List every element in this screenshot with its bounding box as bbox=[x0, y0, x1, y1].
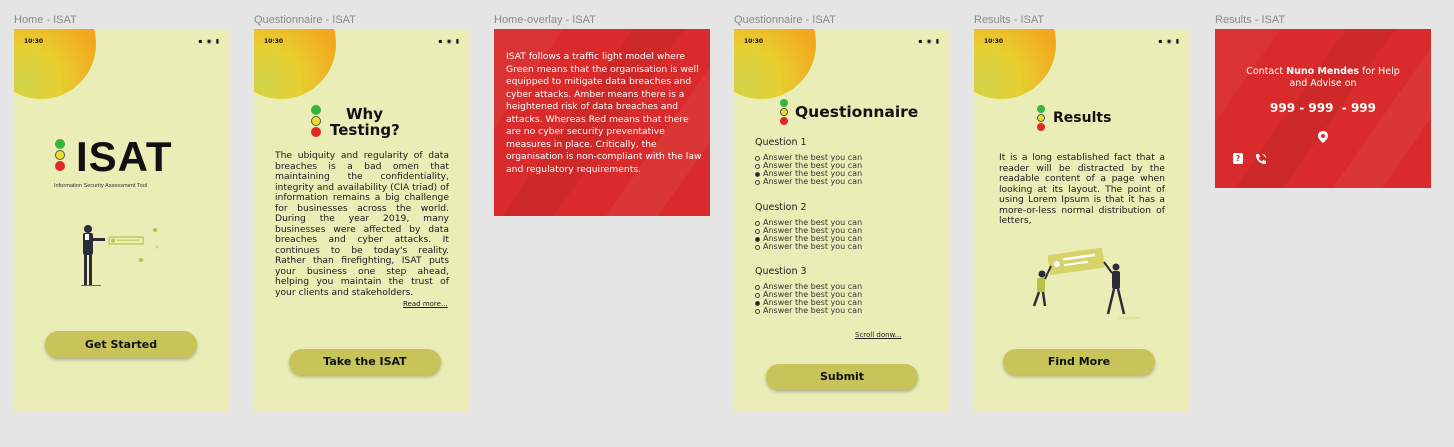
why-body-text: The ubiquity and regularity of data brea… bbox=[275, 150, 449, 298]
frame-label-why: Questionnaire - ISAT bbox=[254, 14, 356, 26]
celebration-illustration bbox=[1032, 247, 1141, 320]
radio-icon[interactable] bbox=[755, 155, 760, 161]
radio-icon[interactable] bbox=[755, 228, 760, 234]
question-title: Question 1 bbox=[755, 137, 807, 148]
answer-option[interactable]: Answer the best you can bbox=[755, 243, 862, 251]
status-time: 10:30 bbox=[984, 38, 1004, 45]
overlay-panel: ISAT follows a traffic light model where… bbox=[494, 29, 710, 216]
overlay-text: ISAT follows a traffic light model where… bbox=[506, 51, 702, 175]
heading-testing: Testing? bbox=[330, 121, 400, 139]
submit-button[interactable]: Submit bbox=[766, 364, 918, 390]
answer-option[interactable]: Answer the best you can bbox=[755, 307, 862, 315]
frame-label-home: Home - ISAT bbox=[14, 14, 77, 26]
businessman-illustration bbox=[81, 225, 159, 286]
traffic-light-icon bbox=[55, 139, 67, 172]
frame-label-contact: Results - ISAT bbox=[1215, 14, 1286, 26]
status-time: 10:30 bbox=[264, 38, 284, 45]
answer-option[interactable]: Answer the best you can bbox=[755, 178, 862, 186]
app-subtitle: Information Security Assessment Tool bbox=[54, 183, 148, 189]
status-time: 10:30 bbox=[24, 38, 44, 45]
questionnaire-heading: Questionnaire bbox=[795, 103, 919, 121]
get-started-button[interactable]: Get Started bbox=[45, 331, 197, 358]
results-heading: Results bbox=[1053, 110, 1112, 126]
find-more-button[interactable]: Find More bbox=[1003, 349, 1155, 375]
radio-icon[interactable] bbox=[755, 292, 760, 298]
app-logo-text: ISAT bbox=[76, 133, 173, 180]
radio-icon[interactable] bbox=[755, 220, 760, 226]
frame-label-results: Results - ISAT bbox=[974, 14, 1045, 26]
status-icons: ▪︎ ◉ ▮ bbox=[918, 38, 940, 45]
radio-selected-icon[interactable] bbox=[755, 236, 760, 242]
status-icons: ▪︎ ◉ ▮ bbox=[438, 38, 460, 45]
question-title: Question 2 bbox=[755, 202, 807, 213]
question-title: Question 3 bbox=[755, 266, 807, 277]
radio-icon[interactable] bbox=[755, 163, 760, 169]
location-pin-icon[interactable] bbox=[1318, 131, 1328, 143]
results-body-text: It is a long established fact that a rea… bbox=[999, 152, 1165, 226]
contact-line-2: and Advise on bbox=[1289, 78, 1357, 89]
frame-label-questionnaire: Questionnaire - ISAT bbox=[734, 14, 836, 26]
contact-phone-number[interactable]: 999 - 999 - 999 bbox=[1215, 101, 1431, 115]
phone-call-icon[interactable] bbox=[1255, 153, 1267, 165]
why-testing-screen: 10:30 ▪︎ ◉ ▮ Why Testing? The ubiquity a… bbox=[254, 29, 470, 412]
radio-icon[interactable] bbox=[755, 284, 760, 290]
radio-selected-icon[interactable] bbox=[755, 171, 760, 177]
traffic-light-icon bbox=[780, 99, 792, 126]
contact-panel: Contact Nuno Mendes for Help and Advise … bbox=[1215, 29, 1431, 188]
help-icon[interactable]: ? bbox=[1233, 153, 1243, 164]
status-icons: ▪︎ ◉ ▮ bbox=[198, 38, 220, 45]
traffic-light-icon bbox=[311, 105, 323, 138]
radio-selected-icon[interactable] bbox=[755, 300, 760, 306]
results-screen: 10:30 ▪︎ ◉ ▮ Results It is a long establ… bbox=[974, 29, 1190, 412]
contact-name: Nuno Mendes bbox=[1286, 66, 1360, 77]
scroll-down-link[interactable]: Scroll donw... bbox=[855, 331, 901, 339]
take-the-isat-button[interactable]: Take the ISAT bbox=[289, 349, 441, 375]
read-more-link[interactable]: Read more... bbox=[403, 300, 448, 308]
radio-icon[interactable] bbox=[755, 179, 760, 185]
traffic-light-icon bbox=[1037, 105, 1049, 132]
radio-icon[interactable] bbox=[755, 308, 760, 314]
contact-line: Contact Nuno Mendes for Help bbox=[1246, 66, 1400, 77]
questionnaire-screen: 10:30 ▪︎ ◉ ▮ Questionnaire Question 1 An… bbox=[734, 29, 950, 412]
status-time: 10:30 bbox=[744, 38, 764, 45]
frame-label-overlay: Home-overlay - ISAT bbox=[494, 14, 596, 26]
status-icons: ▪︎ ◉ ▮ bbox=[1158, 38, 1180, 45]
radio-icon[interactable] bbox=[755, 244, 760, 250]
home-screen: 10:30 ▪︎ ◉ ▮ ISAT Information Security A… bbox=[14, 29, 230, 412]
